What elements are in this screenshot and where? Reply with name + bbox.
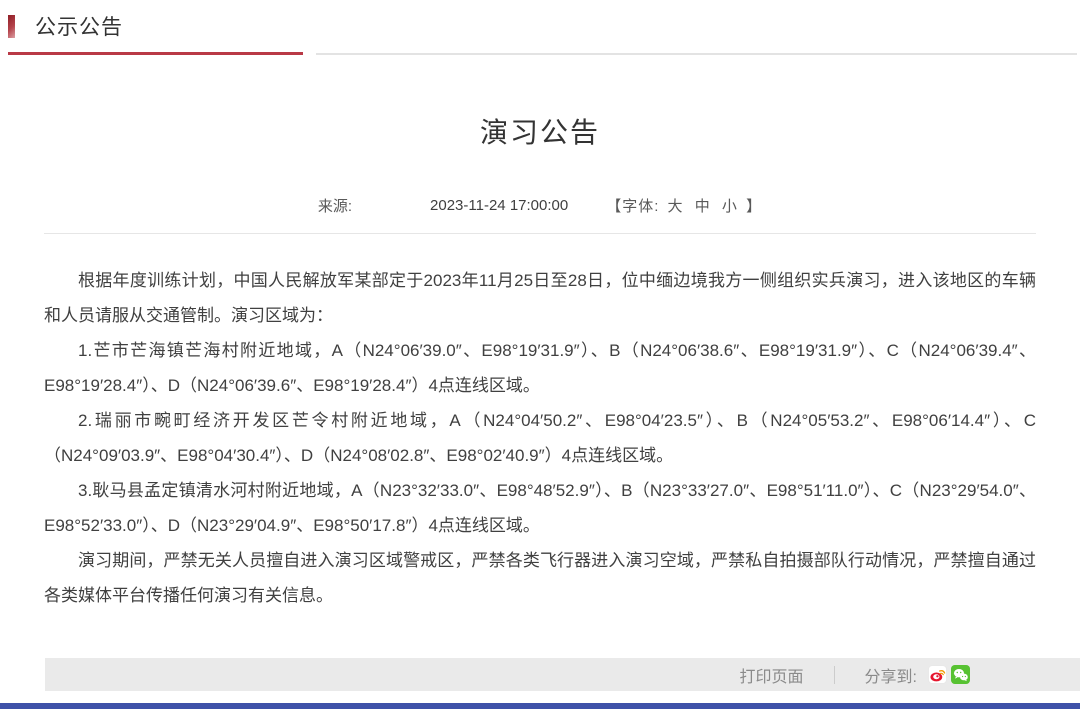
- font-size-medium[interactable]: 中: [695, 198, 711, 215]
- paragraph-area-1: 1.芒市芒海镇芒海村附近地域，A（N24°06′39.0″、E98°19′31.…: [44, 341, 1036, 395]
- site-footer-top-edge: [0, 703, 1080, 709]
- header-rule-gray: [316, 53, 1077, 55]
- article-title: 演习公告: [479, 117, 600, 148]
- article-footer-bar: 打印页面 分享到:: [45, 658, 1080, 691]
- font-size-large[interactable]: 大: [668, 198, 684, 215]
- paragraph-intro: 根据年度训练计划，中国人民解放军某部定于2023年11月25日至28日，位中缅边…: [44, 271, 1036, 325]
- publish-datetime: 2023-11-24 17:00:00: [430, 197, 569, 214]
- article-body: 根据年度训练计划，中国人民解放军某部定于2023年11月25日至28日，位中缅边…: [44, 263, 1036, 613]
- section-header: 公示公告: [0, 0, 1080, 41]
- weibo-icon[interactable]: [928, 665, 947, 684]
- paragraph-warning: 演习期间，严禁无关人员擅自进入演习区域警戒区，严禁各类飞行器进入演习空域，严禁私…: [44, 551, 1036, 605]
- paragraph-area-2: 2.瑞丽市畹町经济开发区芒令村附近地域，A（N24°04′50.2″、E98°0…: [44, 411, 1036, 465]
- article: 演习公告 来源: 2023-11-24 17:00:00 【字体: 大 中 小 …: [44, 111, 1036, 613]
- font-switcher-suffix: 】: [746, 198, 763, 215]
- article-meta: 来源: 2023-11-24 17:00:00 【字体: 大 中 小 】: [44, 195, 1036, 216]
- print-page-button[interactable]: 打印页面: [740, 663, 804, 687]
- font-switcher-prefix: 【字体:: [606, 198, 660, 215]
- header-rule: [0, 52, 1080, 55]
- font-size-small[interactable]: 小: [722, 198, 738, 215]
- footer-divider: [833, 665, 835, 684]
- share-to-label: 分享到:: [864, 668, 917, 686]
- header-rule-red: [8, 52, 303, 55]
- source-label: 来源:: [317, 198, 353, 215]
- paragraph-area-3: 3.耿马县孟定镇清水河村附近地域，A（N23°32′33.0″、E98°48′5…: [44, 481, 1036, 535]
- wechat-icon[interactable]: [951, 665, 970, 684]
- meta-divider: [44, 233, 1036, 234]
- red-flag-icon: [8, 14, 15, 38]
- section-title: 公示公告: [35, 16, 123, 39]
- font-size-switcher: 【字体: 大 中 小 】: [606, 195, 762, 216]
